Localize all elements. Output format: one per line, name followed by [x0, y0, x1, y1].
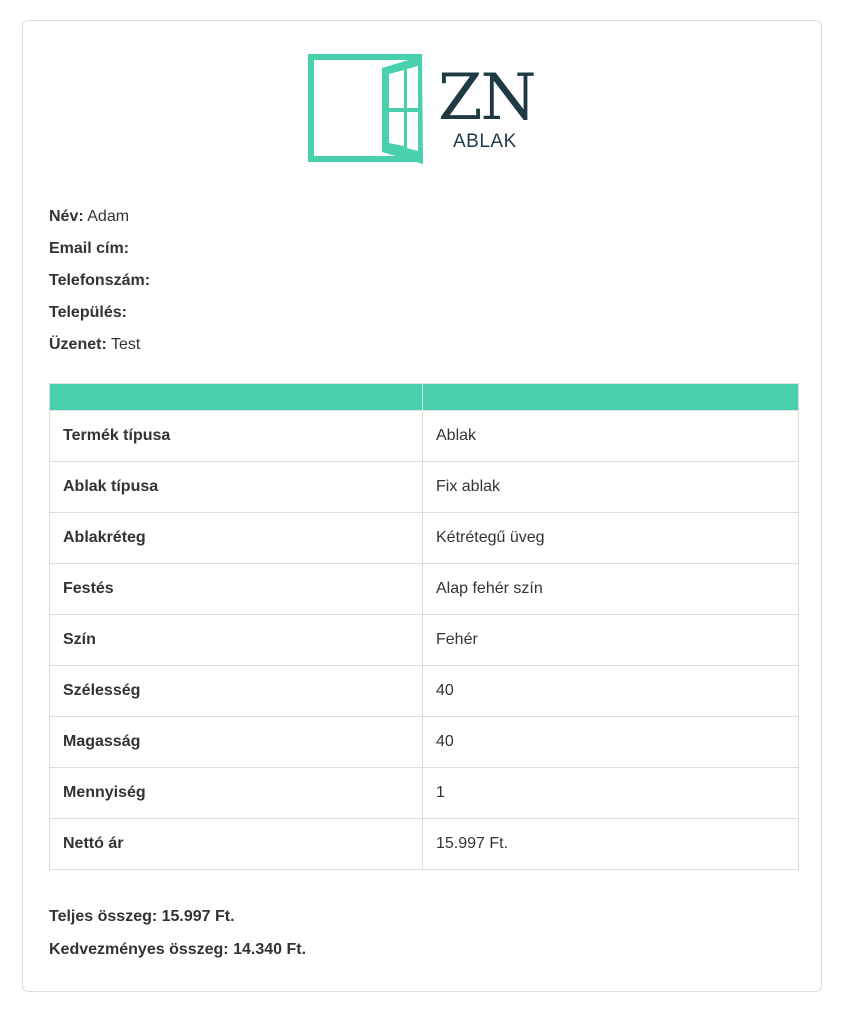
discounted-amount: Kedvezményes összeg: 14.340 Ft.	[49, 941, 307, 958]
spec-key: Szélesség	[49, 665, 423, 717]
spec-key: Termék típusa	[49, 410, 423, 462]
contact-label: Település:	[49, 304, 127, 321]
window-icon	[308, 54, 423, 164]
order-summary-card: ZN ABLAK Név: Adam Email cím: Telefonszá…	[22, 20, 822, 992]
contact-label: Email cím:	[49, 240, 130, 257]
table-header-cell	[422, 383, 799, 411]
spec-key: Ablakréteg	[49, 512, 423, 564]
spec-key: Nettó ár	[49, 818, 423, 870]
spec-key: Ablak típusa	[49, 461, 423, 513]
spec-value: 40	[422, 665, 799, 717]
total-amount: Teljes összeg: 15.997 Ft.	[49, 908, 235, 925]
spec-value: 15.997 Ft.	[422, 818, 799, 870]
contact-label: Üzenet:	[49, 336, 107, 353]
table-row: Nettó ár 15.997 Ft.	[49, 818, 799, 870]
contact-message: Üzenet: Test	[49, 333, 150, 365]
zn-ablak-logo: ZN ABLAK	[308, 54, 538, 166]
table-row: Ablakréteg Kétrétegű üveg	[49, 512, 799, 564]
spec-value: Fehér	[422, 614, 799, 666]
spec-value: Alap fehér szín	[422, 563, 799, 615]
contact-info: Név: Adam Email cím: Telefonszám: Telepü…	[49, 205, 150, 365]
logo-wordmark: ZN ABLAK	[438, 61, 538, 152]
table-row: Festés Alap fehér szín	[49, 563, 799, 615]
spec-key: Mennyiség	[49, 767, 423, 819]
contact-label: Név:	[49, 208, 84, 225]
logo-text: ZN	[438, 61, 536, 135]
spec-key: Festés	[49, 563, 423, 615]
contact-phone: Telefonszám:	[49, 269, 150, 301]
spec-key: Magasság	[49, 716, 423, 768]
table-row: Magasság 40	[49, 716, 799, 768]
contact-label: Telefonszám:	[49, 272, 151, 289]
table-header-cell	[49, 383, 423, 411]
table-row: Szélesség 40	[49, 665, 799, 717]
table-row: Szín Fehér	[49, 614, 799, 666]
contact-city: Település:	[49, 301, 150, 333]
contact-value: Test	[110, 336, 141, 353]
contact-value: Adam	[87, 208, 130, 225]
spec-key: Szín	[49, 614, 423, 666]
spec-value: Kétrétegű üveg	[422, 512, 799, 564]
contact-email: Email cím:	[49, 237, 150, 269]
contact-name: Név: Adam	[49, 205, 150, 237]
table-row: Mennyiség 1	[49, 767, 799, 819]
spec-value: Fix ablak	[422, 461, 799, 513]
spec-value: 1	[422, 767, 799, 819]
product-specs-table: Termék típusa Ablak Ablak típusa Fix ablak…	[49, 383, 799, 870]
spec-value: Ablak	[422, 410, 799, 462]
logo-subtext: ABLAK	[453, 131, 517, 152]
spec-value: 40	[422, 716, 799, 768]
table-row: Termék típusa Ablak	[49, 410, 799, 462]
totals: Teljes összeg: 15.997 Ft. Kedvezményes ö…	[49, 905, 306, 971]
table-row: Ablak típusa Fix ablak	[49, 461, 799, 513]
table-header-row	[49, 383, 799, 411]
